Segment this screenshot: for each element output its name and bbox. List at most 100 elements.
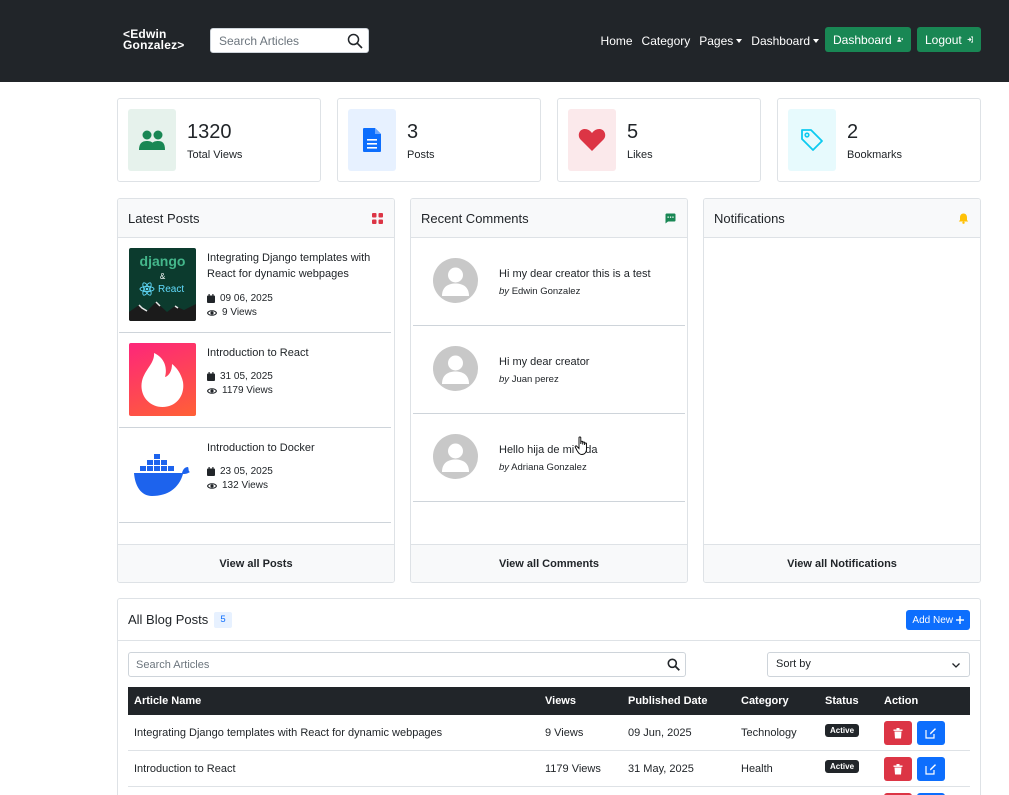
logout-button-label: Logout (925, 32, 962, 47)
comment-text: Hi my dear creator (499, 356, 590, 368)
post-views-text: 1179 Views (222, 385, 273, 396)
stat-value: 2 (847, 121, 859, 143)
mountain-graphic (129, 301, 196, 321)
grid-icon (372, 213, 383, 224)
nav-category[interactable]: Category (642, 34, 691, 48)
col-status: Status (825, 695, 859, 707)
articles-search-input[interactable] (136, 653, 656, 676)
edit-button[interactable] (917, 721, 945, 745)
navbar: <Edwin Gonzalez> Home Category Pages Das… (0, 0, 1009, 82)
post-thumbnail (129, 343, 196, 416)
post-item[interactable]: django & React Integrating Django templa… (119, 238, 391, 333)
avatar (433, 258, 478, 303)
post-views: 9 Views (207, 307, 257, 318)
nav-dashboard-dropdown[interactable]: Dashboard (751, 34, 819, 48)
all-blog-posts-card: All Blog Posts 5 Add New Sort by Article… (117, 598, 981, 795)
articles-search-box (128, 652, 686, 677)
user-avatar-icon (442, 443, 469, 472)
post-title[interactable]: Introduction to React (207, 345, 385, 361)
search-icon[interactable] (347, 33, 363, 49)
stat-icon-box (788, 109, 836, 171)
stat-label: Likes (627, 149, 653, 161)
article-name[interactable]: Introduction to React (134, 763, 236, 775)
recent-comments-panel: Recent Comments Hi my dear creator this … (410, 198, 688, 583)
post-title[interactable]: Introduction to Docker (207, 440, 385, 456)
comment-author: by Adriana Gonzalez (499, 462, 587, 473)
thumb-amp-text: & (159, 272, 166, 281)
calendar-icon (207, 467, 215, 476)
post-date: 09 06, 2025 (207, 293, 273, 304)
article-name[interactable]: Integrating Django templates with React … (134, 727, 442, 739)
blog-title: All Blog Posts (128, 612, 209, 627)
nav-pages-dropdown[interactable]: Pages (699, 34, 743, 48)
stat-value: 1320 (187, 121, 232, 143)
stat-card-posts: 3 Posts (337, 98, 541, 182)
col-action: Action (884, 695, 919, 707)
table-header: Article Name Views Published Date Catego… (128, 687, 970, 715)
stat-value: 5 (627, 121, 639, 143)
comment-item[interactable]: Hello hija de mi vida by Adriana Gonzale… (413, 414, 685, 502)
nav-links: Home Category Pages Dashboard (592, 34, 819, 48)
eye-icon (207, 387, 217, 394)
stat-value: 3 (407, 121, 419, 143)
caret-down-icon (736, 39, 743, 43)
stat-card-likes: 5 Likes (557, 98, 761, 182)
by-prefix: by (499, 462, 510, 473)
by-prefix: by (499, 374, 510, 385)
logout-button[interactable]: Logout (917, 27, 981, 52)
post-item[interactable]: Introduction to React 31 05, 2025 1179 V… (119, 333, 391, 428)
eye-icon (207, 309, 217, 316)
stat-icon-box (128, 109, 176, 171)
comment-text: Hi my dear creator this is a test (499, 268, 651, 280)
post-views-text: 132 Views (222, 480, 268, 491)
view-all-comments-button[interactable]: View all Comments (411, 544, 687, 582)
post-date: 23 05, 2025 (207, 466, 273, 477)
delete-button[interactable] (884, 721, 912, 745)
view-all-posts-button[interactable]: View all Posts (118, 544, 394, 582)
calendar-icon (207, 372, 215, 381)
col-article-name: Article Name (134, 695, 202, 707)
stat-label: Bookmarks (847, 149, 903, 161)
comment-icon (665, 213, 676, 224)
comment-author-name: Adriana Gonzalez (511, 462, 587, 473)
panel-header: Recent Comments (411, 199, 687, 238)
delete-button[interactable] (884, 757, 912, 781)
nav-home[interactable]: Home (601, 34, 633, 48)
user-avatar-icon (442, 355, 469, 384)
plus-icon (956, 616, 964, 624)
stat-card-bookmarks: 2 Bookmarks (777, 98, 981, 182)
notifications-panel: Notifications View all Notifications (703, 198, 981, 583)
table-row (128, 787, 970, 795)
edit-button[interactable] (917, 757, 945, 781)
stat-icon-box (348, 109, 396, 171)
col-published-date: Published Date (628, 695, 708, 707)
article-views: 9 Views (545, 727, 584, 739)
brand-line-2: Gonzalez> (123, 38, 185, 52)
table-row: Introduction to React 1179 Views 31 May,… (128, 751, 970, 787)
comment-item[interactable]: Hi my dear creator this is a test by Edw… (413, 238, 685, 326)
view-all-notifications-button[interactable]: View all Notifications (704, 544, 980, 582)
hand-pointer-cursor-icon (574, 436, 587, 455)
latest-posts-panel: Latest Posts django & React Integrating … (117, 198, 395, 583)
sort-by-select[interactable]: Sort by (767, 652, 970, 677)
col-category: Category (741, 695, 789, 707)
nav-search-input[interactable] (219, 29, 344, 52)
post-title[interactable]: Integrating Django templates with React … (207, 250, 385, 282)
comment-item[interactable]: Hi my dear creator by Juan perez (413, 326, 685, 414)
thumb-django-text: django (139, 253, 186, 269)
nav-dashboard-label: Dashboard (751, 34, 810, 48)
post-item[interactable]: Introduction to Docker 23 05, 2025 132 V… (119, 428, 391, 523)
search-icon[interactable] (667, 658, 680, 671)
users-icon (139, 130, 165, 150)
brand-logo[interactable]: <Edwin Gonzalez> (123, 28, 185, 52)
dashboard-button[interactable]: Dashboard (825, 27, 911, 52)
caret-down-icon (813, 39, 819, 43)
eye-icon (207, 482, 217, 489)
post-thumbnail: django & React (129, 248, 196, 321)
by-prefix: by (499, 286, 510, 297)
stat-label: Posts (407, 149, 435, 161)
post-views-text: 9 Views (222, 307, 257, 318)
add-new-button[interactable]: Add New (906, 610, 970, 630)
avatar (433, 346, 478, 391)
heart-icon (578, 129, 606, 151)
